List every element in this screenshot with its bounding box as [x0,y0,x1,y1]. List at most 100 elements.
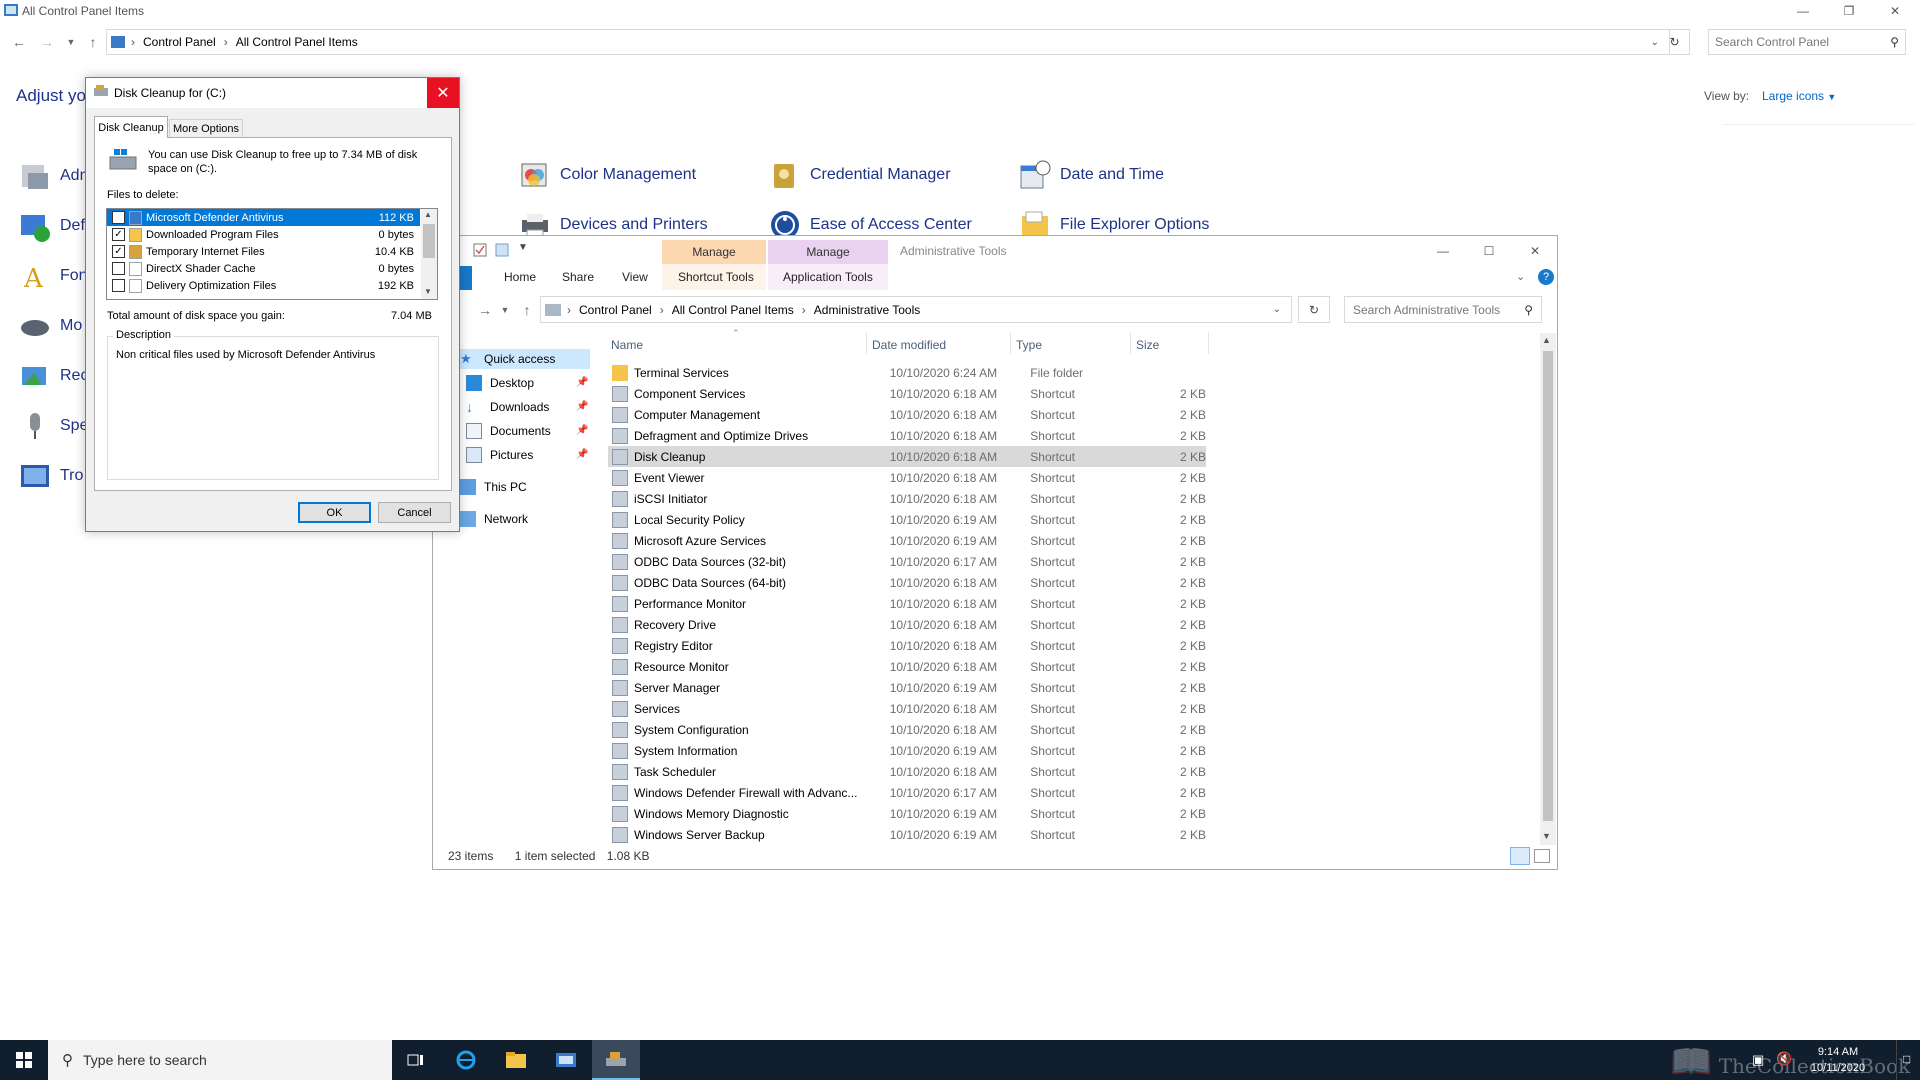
file-row[interactable]: Component Services 10/10/2020 6:18 AM Shor… [608,383,1206,404]
file-row[interactable]: Microsoft Azure Services 10/10/2020 6:19 … [608,530,1206,551]
cleanup-file-row[interactable]: Delivery Optimization Files 192 KB [107,277,420,294]
address-bar[interactable]: › Control Panel › All Control Panel Item… [106,29,1670,55]
cleanup-file-row[interactable]: Microsoft Defender Antivirus 112 KB [107,209,420,226]
nav-network[interactable]: Network [460,511,528,527]
show-desktop-button[interactable]: □ [1896,1040,1920,1080]
file-row[interactable]: Computer Management 10/10/2020 6:18 AM Sho… [608,404,1206,425]
cleanup-file-row[interactable]: DirectX Shader Cache 0 bytes [107,260,420,277]
file-row[interactable]: Disk Cleanup 10/10/2020 6:18 AM Shortcut 2 … [608,446,1206,467]
file-row[interactable]: Task Scheduler 10/10/2020 6:18 AM Shortcut… [608,761,1206,782]
minimize-button[interactable]: — [1780,0,1826,22]
tab-home[interactable]: Home [504,270,536,284]
file-row[interactable]: System Information 10/10/2020 6:19 AM Shor… [608,740,1206,761]
file-row[interactable]: Performance Monitor 10/10/2020 6:18 AM Sho… [608,593,1206,614]
file-explorer-icon[interactable] [492,1040,540,1080]
file-row[interactable]: Defragment and Optimize Drives 10/10/2020… [608,425,1206,446]
file-row[interactable]: ODBC Data Sources (32-bit) 10/10/2020 6:1… [608,551,1206,572]
cp-item-fonts[interactable]: A Fon [18,259,88,293]
nav-downloads[interactable]: ↓ Downloads [466,399,549,415]
cleanup-file-row[interactable]: ✓ Temporary Internet Files 10.4 KB [107,243,420,260]
file-row[interactable]: Terminal Services 10/10/2020 6:24 AM File … [608,362,1206,383]
file-row[interactable]: Registry Editor 10/10/2020 6:18 AM Shortcu… [608,635,1206,656]
scroll-down-icon[interactable]: ▼ [424,287,432,296]
tab-share[interactable]: Share [562,270,594,284]
column-divider[interactable] [1208,332,1209,354]
taskbar-search-box[interactable]: ⚲ Type here to search [48,1040,392,1080]
column-date-modified[interactable]: Date modified [872,338,946,352]
checkbox[interactable] [112,279,125,292]
expand-ribbon-icon[interactable]: ⌄ [1516,270,1525,283]
refresh-icon[interactable]: ↻ [1660,29,1690,55]
checkbox[interactable] [112,211,125,224]
file-row[interactable]: Local Security Policy 10/10/2020 6:19 AM S… [608,509,1206,530]
file-row[interactable]: ODBC Data Sources (64-bit) 10/10/2020 6:1… [608,572,1206,593]
column-divider[interactable] [866,332,867,354]
nav-desktop[interactable]: Desktop [466,375,534,391]
file-row[interactable]: Recovery Drive 10/10/2020 6:18 AM Shortcut… [608,614,1206,635]
large-icons-view-icon[interactable] [1534,849,1550,863]
disk-cleanup-taskbar-icon[interactable] [592,1040,640,1080]
file-row[interactable]: Services 10/10/2020 6:18 AM Shortcut 2 KB [608,698,1206,719]
details-view-icon[interactable] [1510,847,1530,865]
internet-explorer-icon[interactable] [442,1040,490,1080]
control-panel-taskbar-icon[interactable] [542,1040,590,1080]
chevron-down-icon[interactable]: ⌄ [1651,37,1659,48]
column-divider[interactable] [1010,332,1011,354]
column-type[interactable]: Type [1016,338,1042,352]
column-size[interactable]: Size [1136,338,1159,352]
help-icon[interactable]: ? [1538,269,1554,285]
scroll-up-icon[interactable]: ▲ [424,210,432,219]
windows-start-icon[interactable] [0,1040,48,1080]
cp-item-credential-manager[interactable]: Credential Manager [768,158,951,192]
task-view-icon[interactable] [392,1040,440,1080]
explorer-address-bar[interactable]: › Control Panel › All Control Panel Item… [540,296,1292,323]
breadcrumb-all-items[interactable]: All Control Panel Items [236,35,358,49]
scroll-thumb[interactable] [1543,351,1553,821]
cp-item-administrative-tools[interactable]: Adm [18,159,93,193]
explorer-close-button[interactable]: ✕ [1512,240,1558,262]
checkbox[interactable]: ✓ [112,228,125,241]
file-row[interactable]: Event Viewer 10/10/2020 6:18 AM Shortcut 2 … [608,467,1206,488]
cp-item-recovery[interactable]: Rec [18,359,88,393]
list-scroll-thumb[interactable] [423,224,435,258]
customize-toolbar-icon[interactable]: ▼ [518,242,528,253]
file-row[interactable]: Windows Server Backup 10/10/2020 6:19 AM S… [608,824,1206,845]
tab-more-options[interactable]: More Options [169,119,243,138]
back-icon[interactable]: ← [8,30,30,54]
scroll-down-icon[interactable]: ▼ [1542,831,1551,841]
chevron-down-icon[interactable]: ⌄ [1273,304,1281,315]
close-icon[interactable]: ✕ [427,78,459,108]
cp-item-speech[interactable]: Spe [18,409,88,443]
up-icon[interactable]: ↑ [82,30,104,54]
cp-item-date-time[interactable]: Date and Time [1018,158,1164,192]
explorer-search-input[interactable]: Search Administrative Tools ⚲ [1344,296,1542,323]
tab-view[interactable]: View [622,270,648,284]
breadcrumb-administrative-tools[interactable]: Administrative Tools [814,303,921,317]
file-row[interactable]: System Configuration 10/10/2020 6:18 AM Sh… [608,719,1206,740]
file-row[interactable]: Windows Memory Diagnostic 10/10/2020 6:19… [608,803,1206,824]
breadcrumb-control-panel[interactable]: Control Panel [143,35,216,49]
recent-locations-icon[interactable]: ▼ [60,30,82,54]
file-row[interactable]: Resource Monitor 10/10/2020 6:18 AM Shortc… [608,656,1206,677]
forward-icon[interactable]: → [36,30,58,54]
explorer-maximize-button[interactable]: ☐ [1466,240,1512,262]
breadcrumb-all-items[interactable]: All Control Panel Items [672,303,794,317]
tab-shortcut-tools[interactable]: Shortcut Tools [678,270,754,284]
search-input[interactable]: Search Control Panel ⚲ [1708,29,1906,55]
tab-manage-application[interactable]: Manage [768,240,888,264]
tab-application-tools[interactable]: Application Tools [783,270,873,284]
cp-item-troubleshooting[interactable]: Tro [18,459,83,493]
nav-pictures[interactable]: Pictures [466,447,533,463]
file-row[interactable]: iSCSI Initiator 10/10/2020 6:18 AM Shortcu… [608,488,1206,509]
volume-muted-icon[interactable]: 🔇 [1776,1051,1792,1067]
file-row[interactable]: Server Manager 10/10/2020 6:19 AM Shortcut… [608,677,1206,698]
file-row[interactable]: Windows Defender Firewall with Advanc...… [608,782,1206,803]
properties-icon[interactable] [472,242,488,258]
up-icon[interactable]: ↑ [516,298,538,322]
clock[interactable]: 9:14 AM 10/11/2020 [1808,1044,1868,1076]
column-divider[interactable] [1130,332,1131,354]
cancel-button[interactable]: Cancel [378,502,451,523]
checkbox[interactable] [112,262,125,275]
nav-quick-access[interactable]: ★ Quick access [460,351,555,367]
close-button[interactable]: ✕ [1872,0,1918,22]
